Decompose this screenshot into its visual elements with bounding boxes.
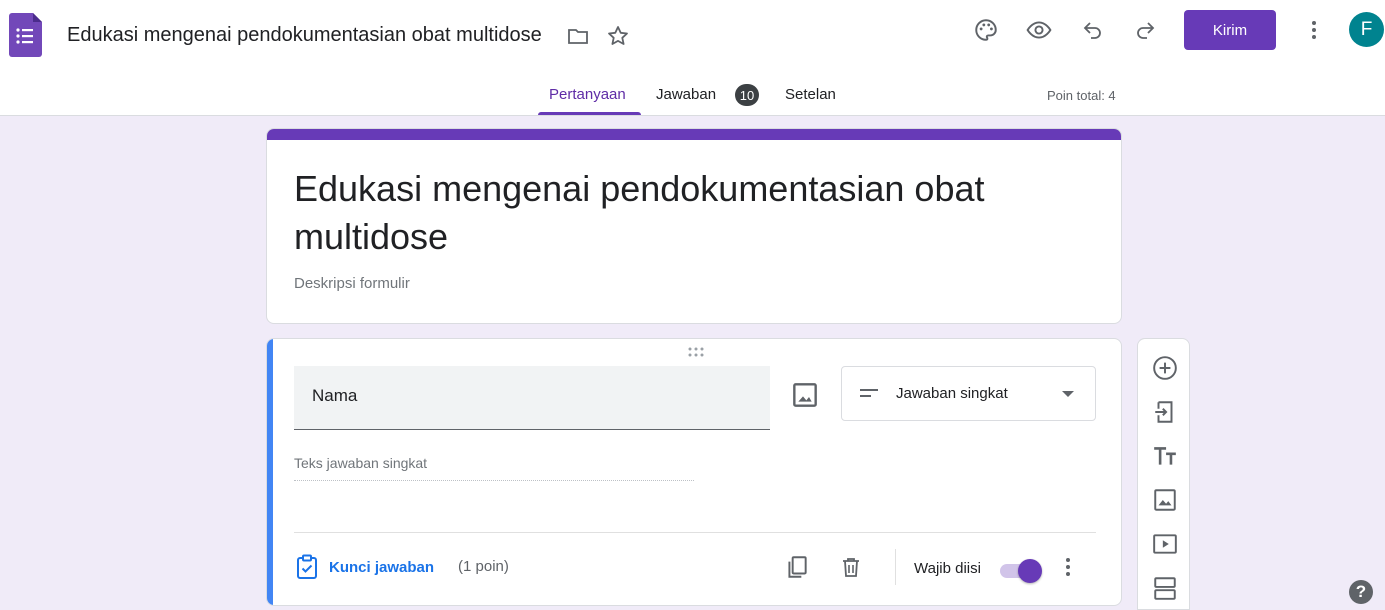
document-title[interactable]: Edukasi mengenai pendokumentasian obat m… (67, 24, 542, 47)
form-title[interactable]: Edukasi mengenai pendokumentasian obat m… (294, 165, 1054, 261)
required-label: Wajib diisi (914, 560, 981, 577)
import-questions-icon[interactable] (1152, 399, 1178, 425)
responses-count-badge: 10 (735, 84, 759, 106)
answer-key-button[interactable]: Kunci jawaban (295, 553, 434, 581)
forms-logo-icon[interactable] (9, 13, 42, 57)
folder-icon[interactable] (560, 18, 596, 54)
add-title-icon[interactable] (1152, 443, 1178, 469)
footer-divider (294, 532, 1096, 533)
clipboard-check-icon (297, 554, 317, 579)
active-question-indicator (267, 339, 273, 605)
add-video-icon[interactable] (1152, 531, 1178, 557)
star-icon[interactable] (600, 18, 636, 54)
add-question-icon[interactable] (1152, 355, 1178, 381)
add-section-icon[interactable] (1152, 575, 1178, 601)
add-image-icon[interactable] (789, 379, 821, 411)
duplicate-icon[interactable] (779, 549, 815, 585)
question-type-select[interactable]: Jawaban singkat (841, 366, 1096, 421)
redo-icon[interactable] (1127, 12, 1163, 48)
active-tab-indicator (538, 112, 641, 115)
send-button[interactable]: Kirim (1184, 10, 1276, 50)
toggle-thumb (1018, 559, 1042, 583)
question-type-label: Jawaban singkat (896, 385, 1008, 402)
chevron-down-icon (1062, 391, 1074, 397)
tab-responses[interactable]: Jawaban (656, 86, 716, 103)
short-answer-placeholder: Teks jawaban singkat (294, 455, 694, 481)
title-card-accent (267, 129, 1121, 140)
drag-handle-icon[interactable] (686, 347, 706, 357)
delete-icon[interactable] (833, 549, 869, 585)
form-title-card[interactable]: Edukasi mengenai pendokumentasian obat m… (266, 128, 1122, 324)
tab-questions[interactable]: Pertanyaan (549, 86, 626, 103)
side-toolbar (1137, 338, 1190, 610)
question-points: (1 poin) (458, 558, 509, 575)
tab-settings[interactable]: Setelan (785, 86, 836, 103)
palette-icon[interactable] (968, 12, 1004, 48)
question-card[interactable]: Nama Jawaban singkat Teks jawaban singka… (266, 338, 1122, 606)
points-total: Poin total: 4 (1047, 88, 1116, 103)
short-answer-icon (860, 389, 878, 397)
footer-vertical-divider (895, 549, 896, 585)
undo-icon[interactable] (1075, 12, 1111, 48)
preview-eye-icon[interactable] (1021, 12, 1057, 48)
more-vert-icon[interactable] (1296, 12, 1332, 48)
question-more-icon[interactable] (1050, 549, 1086, 585)
question-title-input[interactable]: Nama (294, 366, 770, 430)
form-editor: Edukasi mengenai pendokumentasian obat m… (0, 116, 1385, 610)
tab-bar: Pertanyaan Jawaban Setelan (0, 72, 1385, 116)
required-toggle[interactable] (1000, 559, 1042, 583)
add-image-icon[interactable] (1152, 487, 1178, 513)
top-bar: Edukasi mengenai pendokumentasian obat m… (0, 0, 1385, 72)
answer-key-label: Kunci jawaban (329, 558, 435, 576)
help-button[interactable]: ? (1349, 580, 1373, 604)
avatar[interactable]: F (1349, 12, 1384, 47)
form-description-field[interactable]: Deskripsi formulir (294, 275, 410, 292)
